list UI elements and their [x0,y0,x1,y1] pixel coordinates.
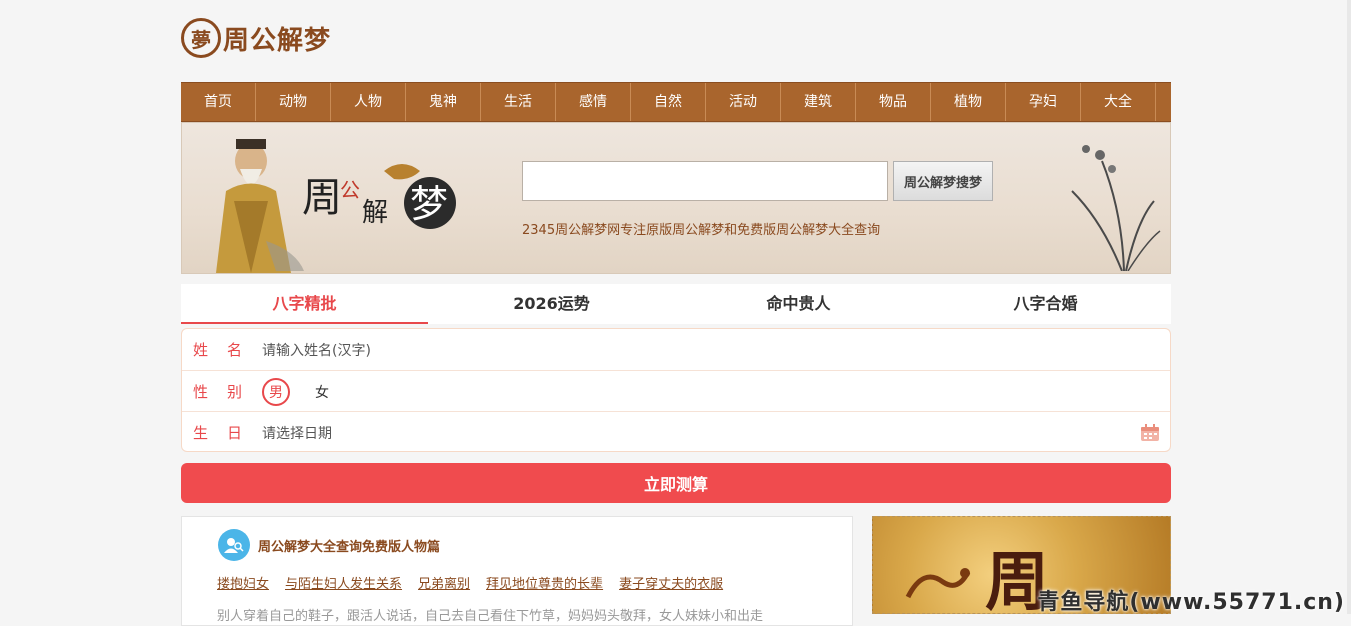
tab-2026-fortune[interactable]: 2026运势 [428,284,675,324]
calendar-icon[interactable] [1140,424,1160,442]
search-button[interactable]: 周公解梦搜梦 [893,161,993,201]
gender-row: 性 别 男 女 [182,370,1170,412]
banner-title-art: 周 公 解 梦 [302,164,456,229]
card-links: 搂抱妇女 与陌生妇人发生关系 兄弟离别 拜见地位尊贵的长辈 妻子穿丈夫的衣服 [217,573,723,592]
dream-link[interactable]: 妻子穿丈夫的衣服 [619,573,723,592]
tab-noble-person[interactable]: 命中贵人 [675,284,922,324]
nav-objects[interactable]: 物品 [856,83,931,121]
dream-link[interactable]: 兄弟离别 [418,573,470,592]
birth-label: 生 日 [182,422,262,443]
nav-people[interactable]: 人物 [331,83,406,121]
sage-illustration [216,139,304,273]
page-edge [1347,0,1351,614]
nav-plants[interactable]: 植物 [931,83,1006,121]
gender-label-char-2: 别 [226,383,242,401]
nav-ghosts[interactable]: 鬼神 [406,83,481,121]
banner-description: 2345周公解梦网专注原版周公解梦和免费版周公解梦大全查询 [522,223,881,238]
nav-activity[interactable]: 活动 [706,83,781,121]
orchid-illustration [1071,145,1161,271]
nav-building[interactable]: 建筑 [781,83,856,121]
nav-all[interactable]: 大全 [1081,83,1156,121]
gender-label: 性 别 [182,381,262,402]
tab-bazi-marriage[interactable]: 八字合婚 [922,284,1169,324]
fortune-tabs: 八字精批 2026运势 命中贵人 八字合婚 [181,284,1171,324]
logo-seal: 夢 [181,18,221,58]
card-cut-text: 别人穿着自己的鞋子，跟活人说话，自己去自己看住下竹草，妈妈妈头敬拜，女人妹妹小和… [217,609,764,624]
tab-bazi-analysis[interactable]: 八字精批 [181,284,428,324]
people-search-icon [218,529,250,561]
nav-emotion[interactable]: 感情 [556,83,631,121]
search-banner: 周 公 解 梦 周公解梦搜梦 2345周公解梦网专注原版周公解梦和免费版周公解梦… [181,122,1171,274]
card-title: 周公解梦大全查询免费版人物篇 [258,539,441,555]
calculate-button[interactable]: 立即测算 [181,463,1171,503]
name-label-char-2: 名 [226,341,242,359]
name-row: 姓 名 请输入姓名(汉字) [182,329,1170,370]
birth-label-char-2: 日 [226,424,242,442]
nav-animals[interactable]: 动物 [256,83,331,121]
banner-char-gong: 公 [340,178,360,202]
banner-char-meng: 梦 [410,182,448,226]
nav-nature[interactable]: 自然 [631,83,706,121]
birth-row: 生 日 请选择日期 [182,411,1170,453]
site-logo[interactable]: 夢 周公解梦 [181,16,331,60]
gender-label-char-1: 性 [193,383,209,401]
name-label: 姓 名 [182,339,262,360]
gender-male-radio[interactable]: 男 [262,377,290,406]
name-label-char-1: 姓 [193,341,209,359]
nav-home[interactable]: 首页 [181,83,256,121]
dragon-icon [905,568,971,599]
banner-char-zhou: 周 [302,175,342,221]
birth-date-input[interactable]: 请选择日期 [262,423,332,443]
site-watermark: 青鱼导航(www.55771.cn) [1037,590,1345,615]
birth-label-char-1: 生 [193,424,209,442]
search-input[interactable] [522,161,888,201]
name-input[interactable]: 请输入姓名(汉字) [262,340,371,360]
nav-pregnant[interactable]: 孕妇 [1006,83,1081,121]
gender-female-radio[interactable]: 女 [308,378,336,406]
logo-text: 周公解梦 [223,25,332,56]
nav-life[interactable]: 生活 [481,83,556,121]
main-nav: 首页 动物 人物 鬼神 生活 感情 自然 活动 建筑 物品 植物 孕妇 大全 [181,82,1171,122]
dream-people-card: 周公解梦大全查询免费版人物篇 搂抱妇女 与陌生妇人发生关系 兄弟离别 拜见地位尊… [181,516,853,626]
dream-link[interactable]: 搂抱妇女 [217,573,269,592]
dream-link[interactable]: 拜见地位尊贵的长辈 [486,573,603,592]
banner-char-jie: 解 [362,198,388,228]
card-header: 周公解梦大全查询免费版人物篇 [218,529,440,561]
dream-link[interactable]: 与陌生妇人发生关系 [285,573,402,592]
fortune-form: 姓 名 请输入姓名(汉字) 性 别 男 女 生 日 请选择日期 [181,328,1171,452]
